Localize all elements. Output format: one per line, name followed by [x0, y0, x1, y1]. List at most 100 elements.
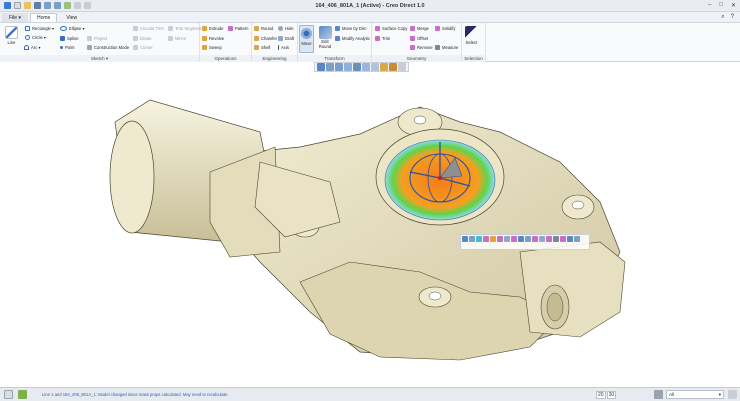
project-tool[interactable]: Project: [87, 36, 107, 41]
layout-toggle-icon[interactable]: [4, 390, 13, 399]
app-logo-icon[interactable]: [4, 2, 11, 9]
mini-tool-12-icon[interactable]: [539, 236, 545, 242]
mini-tool-10-icon[interactable]: [525, 236, 531, 242]
toolbar-more-icon[interactable]: [398, 63, 406, 71]
tab-file[interactable]: File ▾: [2, 13, 28, 22]
mini-tool-17-icon[interactable]: [574, 236, 580, 242]
corner-tool[interactable]: Corner: [133, 45, 153, 50]
tab-home[interactable]: Home: [29, 13, 58, 22]
spline-tool[interactable]: Spline: [60, 36, 79, 41]
zoom-in-icon[interactable]: [326, 63, 334, 71]
modify-analytic-icon: [335, 36, 340, 41]
modify-analytic-tool[interactable]: Modify Analytic: [335, 36, 370, 41]
circle-tool[interactable]: Circle ▾: [25, 35, 46, 40]
mini-tool-4-icon[interactable]: [483, 236, 489, 242]
sweep-tool[interactable]: Sweep: [202, 45, 222, 50]
select-tool[interactable]: Select: [465, 26, 478, 45]
mini-tool-1-icon[interactable]: [462, 236, 468, 242]
redo-icon[interactable]: [54, 2, 61, 9]
mini-tool-15-icon[interactable]: [560, 236, 566, 242]
status-settings-icon[interactable]: [728, 390, 737, 399]
datum-display-icon[interactable]: [380, 63, 388, 71]
mini-tool-14-icon[interactable]: [553, 236, 559, 242]
sketch-mirror-tool[interactable]: Mirror: [168, 36, 186, 41]
regenerate-icon[interactable]: [64, 2, 71, 9]
saved-orientations-icon[interactable]: [362, 63, 370, 71]
draft-tool[interactable]: Draft: [278, 36, 294, 41]
annotation-display-icon[interactable]: [389, 63, 397, 71]
regen-count-a[interactable]: 20: [596, 390, 606, 399]
maximize-button[interactable]: □: [719, 2, 723, 9]
spline-icon: [60, 36, 65, 41]
model-view[interactable]: [0, 62, 740, 387]
refit-icon[interactable]: [317, 63, 325, 71]
window-icon[interactable]: [74, 2, 81, 9]
chamfer-tool[interactable]: Chamfer: [254, 36, 277, 41]
model-tree-icon[interactable]: [18, 390, 27, 399]
mini-tool-9-icon[interactable]: [518, 236, 524, 242]
view-manager-icon[interactable]: [371, 63, 379, 71]
close-window-icon[interactable]: [84, 2, 91, 9]
ribbon: Line Arc ▾ Rectangle ▾ Circle ▾ Ellipse …: [0, 23, 740, 62]
hole-tool[interactable]: Hole: [278, 26, 294, 31]
zoom-out-icon[interactable]: [335, 63, 343, 71]
surface-copy-tool[interactable]: Surface Copy: [375, 26, 407, 31]
divide-tool[interactable]: Divide: [133, 36, 152, 41]
display-style-icon[interactable]: [353, 63, 361, 71]
rectangle-tool[interactable]: Rectangle ▾: [25, 26, 54, 31]
construction-mode-tool[interactable]: Construction Mode: [87, 45, 129, 50]
move-by-dim-tool[interactable]: Move by Dim: [335, 26, 366, 31]
selection-filter-icon[interactable]: [654, 390, 663, 399]
mini-tool-3-icon[interactable]: [476, 236, 482, 242]
minimize-button[interactable]: –: [708, 2, 711, 9]
help-icon[interactable]: ?: [731, 14, 734, 21]
line-tool[interactable]: Line: [5, 26, 18, 45]
open-folder-icon[interactable]: [24, 2, 31, 9]
regen-count-b[interactable]: 30: [606, 390, 617, 399]
round-tool[interactable]: Round: [254, 26, 273, 31]
merge-icon: [410, 26, 415, 31]
mini-tool-16-icon[interactable]: [567, 236, 573, 242]
remove-tool[interactable]: Remove: [410, 45, 433, 50]
mini-tool-8-icon[interactable]: [511, 236, 517, 242]
extrude-tool[interactable]: Extrude: [202, 26, 223, 31]
new-file-icon[interactable]: [14, 2, 21, 9]
arc-icon: [24, 45, 29, 50]
mini-tool-11-icon[interactable]: [532, 236, 538, 242]
axis-tool[interactable]: Axis: [278, 45, 289, 50]
part-model[interactable]: [109, 99, 626, 361]
search-icon[interactable]: ⌕: [721, 14, 724, 21]
graphics-window[interactable]: [0, 62, 740, 387]
shell-tool[interactable]: Shell: [254, 45, 270, 50]
surface-copy-icon: [375, 26, 380, 31]
mini-tool-7-icon[interactable]: [504, 236, 510, 242]
move-icon: [300, 27, 313, 40]
undo-icon[interactable]: [44, 2, 51, 9]
mini-tool-2-icon[interactable]: [469, 236, 475, 242]
point-tool[interactable]: Point: [60, 45, 75, 50]
group-label-sketch[interactable]: Sketch ▾: [0, 55, 199, 62]
mini-tool-6-icon[interactable]: [497, 236, 503, 242]
mini-tool-5-icon[interactable]: [490, 236, 496, 242]
trim-segment-tool[interactable]: Trim Segment: [168, 26, 201, 31]
pattern-tool[interactable]: Pattern: [228, 26, 249, 31]
edit-round-tool[interactable]: Edit Round: [317, 26, 333, 49]
ellipse-tool[interactable]: Ellipse ▾: [60, 26, 85, 31]
mini-tool-13-icon[interactable]: [546, 236, 552, 242]
status-message: Line 1 and 164_406_801A_1: Model changed…: [42, 392, 229, 397]
trim-tool[interactable]: Trim: [375, 36, 390, 41]
save-icon[interactable]: [34, 2, 41, 9]
move-tool[interactable]: Move: [299, 25, 314, 53]
repaint-icon[interactable]: [344, 63, 352, 71]
selection-filter-dropdown[interactable]: All: [666, 390, 724, 399]
merge-tool[interactable]: Merge: [410, 26, 429, 31]
tab-view[interactable]: View: [59, 13, 84, 22]
close-button[interactable]: ✕: [731, 2, 736, 9]
offset-tool[interactable]: Offset: [410, 36, 428, 41]
arc-tool[interactable]: Arc ▾: [24, 45, 41, 50]
tab-right-tools: ⌕ ?: [721, 14, 734, 21]
circular-trim-tool[interactable]: Circular Trim: [133, 26, 164, 31]
solidify-tool[interactable]: Solidify: [435, 26, 456, 31]
revolve-tool[interactable]: Revolve: [202, 36, 224, 41]
measure-tool[interactable]: Measure: [435, 45, 458, 50]
